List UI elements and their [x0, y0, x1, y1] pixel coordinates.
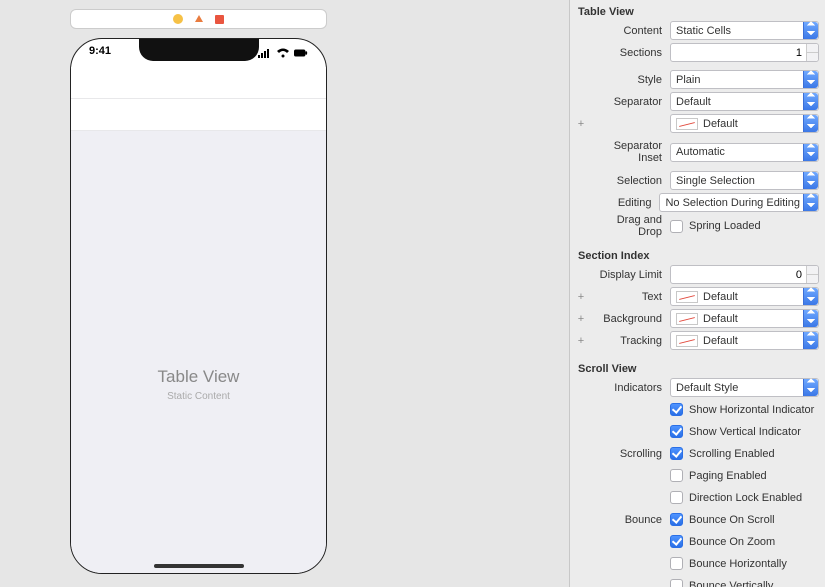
- label-editing: Editing: [589, 197, 656, 209]
- si-tracking-popup[interactable]: Default: [670, 331, 819, 350]
- wifi-icon: [276, 48, 290, 58]
- sections-stepper[interactable]: [670, 43, 819, 62]
- show-h-indicator-checkbox[interactable]: Show Horizontal Indicator: [670, 401, 819, 418]
- placeholder-title: Table View: [71, 367, 326, 387]
- label-scrolling: Scrolling: [590, 448, 666, 460]
- table-row[interactable]: [71, 99, 326, 131]
- add-button[interactable]: +: [576, 313, 586, 325]
- label-separator: Separator: [590, 96, 666, 108]
- label-style: Style: [590, 74, 666, 86]
- section-header-scrollview: Scroll View: [576, 357, 819, 377]
- chevron-updown-icon: [803, 172, 818, 189]
- content-popup[interactable]: Static Cells: [670, 21, 819, 40]
- separator-color-popup[interactable]: Default: [670, 114, 819, 133]
- section-header-sectionindex: Section Index: [576, 244, 819, 264]
- chevron-updown-icon: [803, 310, 818, 327]
- scrolling-enabled-checkbox[interactable]: Scrolling Enabled: [670, 445, 819, 462]
- status-time: 9:41: [89, 45, 111, 61]
- table-row[interactable]: [71, 67, 326, 99]
- chevron-updown-icon: [803, 288, 818, 305]
- table-view-preview[interactable]: Table View Static Content: [71, 67, 326, 573]
- placeholder: Table View Static Content: [71, 367, 326, 402]
- battery-icon: [294, 48, 308, 58]
- spring-loaded-checkbox[interactable]: Spring Loaded: [670, 218, 819, 235]
- add-button[interactable]: +: [576, 118, 586, 130]
- placeholder-sub: Static Content: [71, 391, 326, 402]
- label-bounce: Bounce: [590, 514, 666, 526]
- sections-input[interactable]: [676, 47, 804, 59]
- show-v-indicator-checkbox[interactable]: Show Vertical Indicator: [670, 423, 819, 440]
- device-preview[interactable]: 9:41 Table View Static Content: [70, 38, 327, 574]
- canvas: 9:41 Table View Static Content: [0, 0, 569, 587]
- label-si-tracking: Tracking: [590, 335, 666, 347]
- display-limit-stepper[interactable]: [670, 265, 819, 284]
- label-sections: Sections: [590, 47, 666, 59]
- circle-icon: [173, 14, 183, 24]
- signal-icon: [258, 48, 272, 58]
- separator-inset-popup[interactable]: Automatic: [670, 143, 819, 162]
- bounce-zoom-checkbox[interactable]: Bounce On Zoom: [670, 533, 819, 550]
- direction-lock-checkbox[interactable]: Direction Lock Enabled: [670, 489, 819, 506]
- chevron-updown-icon: [803, 93, 818, 110]
- chevron-updown-icon: [803, 22, 818, 39]
- separator-popup[interactable]: Default: [670, 92, 819, 111]
- colorwell-icon: [676, 335, 698, 347]
- chevron-updown-icon: [803, 379, 818, 396]
- indicators-popup[interactable]: Default Style: [670, 378, 819, 397]
- scene-toolbar[interactable]: [70, 9, 327, 29]
- chevron-updown-icon: [803, 194, 818, 211]
- square-icon: [215, 15, 224, 24]
- colorwell-icon: [676, 291, 698, 303]
- triangle-icon: [195, 15, 203, 22]
- section-header-tableview: Table View: [576, 0, 819, 20]
- chevron-updown-icon: [803, 115, 818, 132]
- add-button[interactable]: +: [576, 335, 586, 347]
- colorwell-icon: [676, 313, 698, 325]
- stepper-icon[interactable]: [806, 266, 818, 283]
- paging-enabled-checkbox[interactable]: Paging Enabled: [670, 467, 819, 484]
- si-background-popup[interactable]: Default: [670, 309, 819, 328]
- spring-loaded-input[interactable]: [670, 220, 683, 233]
- label-display-limit: Display Limit: [590, 269, 666, 281]
- label-dragdrop: Drag and Drop: [590, 214, 666, 238]
- editing-popup[interactable]: No Selection During Editing: [659, 193, 819, 212]
- si-text-popup[interactable]: Default: [670, 287, 819, 306]
- label-separator-inset: Separator Inset: [590, 140, 666, 164]
- selection-popup[interactable]: Single Selection: [670, 171, 819, 190]
- status-bar: 9:41: [71, 45, 326, 61]
- style-popup[interactable]: Plain: [670, 70, 819, 89]
- bounce-scroll-checkbox[interactable]: Bounce On Scroll: [670, 511, 819, 528]
- add-button[interactable]: +: [576, 291, 586, 303]
- chevron-updown-icon: [803, 144, 818, 161]
- colorwell-icon: [676, 118, 698, 130]
- label-si-background: Background: [590, 313, 666, 325]
- display-limit-input[interactable]: [676, 269, 804, 281]
- stepper-icon[interactable]: [806, 44, 818, 61]
- label-selection: Selection: [590, 175, 666, 187]
- chevron-updown-icon: [803, 71, 818, 88]
- bounce-h-checkbox[interactable]: Bounce Horizontally: [670, 555, 819, 572]
- chevron-updown-icon: [803, 332, 818, 349]
- label-si-text: Text: [590, 291, 666, 303]
- home-indicator: [154, 564, 244, 568]
- label-content: Content: [590, 25, 666, 37]
- label-indicators: Indicators: [590, 382, 666, 394]
- bounce-v-checkbox[interactable]: Bounce Vertically: [670, 577, 819, 587]
- attributes-inspector[interactable]: Table View + Content Static Cells + Sect…: [569, 0, 825, 587]
